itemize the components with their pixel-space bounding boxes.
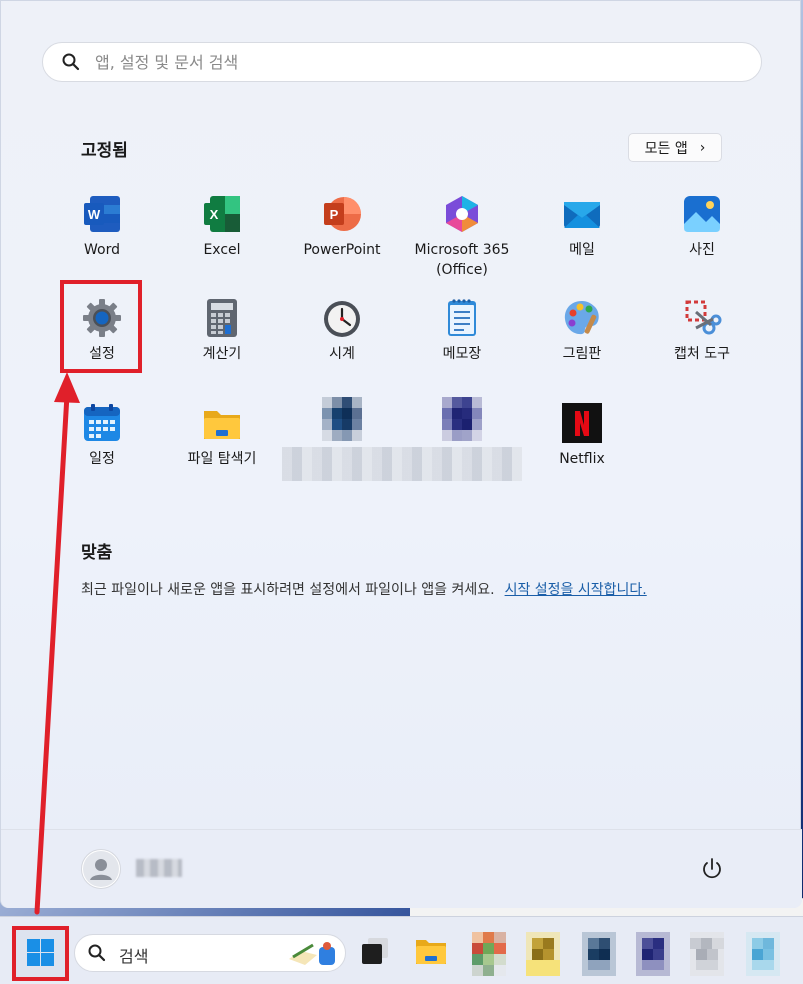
app-netflix[interactable]: Netflix	[522, 403, 642, 469]
snipping-tool-icon	[682, 298, 722, 338]
app-word[interactable]: W Word	[42, 194, 162, 260]
recommended-message: 최근 파일이나 새로운 앱을 표시하려면 설정에서 파일이나 앱을 켜세요. 시작…	[81, 579, 647, 599]
photos-icon	[682, 194, 722, 234]
app-label: 일정	[89, 451, 115, 467]
paint-palette-icon	[562, 298, 602, 338]
blurred-app-icon	[442, 397, 482, 441]
username-blurred	[136, 859, 182, 877]
app-label: PowerPoint	[303, 242, 381, 258]
blurred-taskbar-icon-4[interactable]	[636, 932, 670, 976]
app-blurred-2[interactable]	[402, 397, 522, 481]
app-paint[interactable]: 그림판	[522, 298, 642, 364]
powerpoint-icon: P	[322, 194, 362, 234]
file-explorer-taskbar-icon[interactable]	[414, 932, 448, 968]
app-notepad[interactable]: 메모장	[402, 298, 522, 364]
app-label: Netflix	[559, 451, 605, 467]
blurred-label	[282, 447, 402, 481]
clock-icon	[322, 298, 362, 338]
folder-icon	[202, 403, 242, 443]
app-blurred-1[interactable]	[282, 397, 402, 481]
app-powerpoint[interactable]: P PowerPoint	[282, 194, 402, 260]
app-label: 캡처 도구	[674, 346, 730, 362]
app-clock[interactable]: 시계	[282, 298, 402, 364]
svg-text:P: P	[330, 207, 339, 222]
all-apps-button[interactable]: 모든 앱 ›	[628, 133, 722, 162]
app-label: Excel	[203, 242, 241, 258]
pinned-title: 고정됨	[81, 141, 128, 161]
blurred-taskbar-icon-5[interactable]	[690, 932, 724, 976]
app-label: 메모장	[442, 346, 482, 362]
app-label: 시계	[329, 346, 355, 362]
user-avatar[interactable]	[81, 849, 121, 889]
app-calculator[interactable]: 계산기	[162, 298, 282, 364]
app-file-explorer[interactable]: 파일 탐색기	[162, 403, 282, 469]
notepad-icon	[442, 298, 482, 338]
app-label: Word	[84, 242, 120, 258]
blurred-taskbar-icon-1[interactable]	[472, 932, 506, 976]
app-microsoft-365[interactable]: Microsoft 365 (Office)	[402, 194, 522, 280]
taskbar-search[interactable]: 검색	[74, 934, 346, 972]
app-excel[interactable]: X Excel	[162, 194, 282, 260]
svg-text:W: W	[88, 207, 101, 222]
blurred-app-icon	[322, 397, 362, 441]
mail-icon	[562, 194, 602, 234]
app-label: 사진	[689, 242, 715, 258]
app-calendar[interactable]: 일정	[42, 403, 162, 469]
start-settings-link[interactable]: 시작 설정을 시작합니다.	[505, 582, 647, 598]
settings-highlight-box	[60, 280, 142, 373]
app-photos[interactable]: 사진	[642, 194, 762, 260]
search-icon	[62, 53, 80, 71]
all-apps-label: 모든 앱	[644, 140, 688, 157]
start-button[interactable]	[12, 926, 69, 981]
start-menu: 고정됨 모든 앱 › W Word X Excel	[0, 0, 802, 908]
start-search-box[interactable]	[42, 42, 762, 82]
task-view-icon[interactable]	[358, 932, 392, 968]
netflix-icon	[562, 403, 602, 443]
blurred-taskbar-icon-6[interactable]	[746, 932, 780, 976]
svg-text:X: X	[210, 207, 219, 222]
search-input[interactable]	[93, 51, 697, 73]
start-menu-footer	[1, 829, 802, 908]
recommended-text: 최근 파일이나 새로운 앱을 표시하려면 설정에서 파일이나 앱을 켜세요.	[81, 582, 495, 598]
app-mail[interactable]: 메일	[522, 194, 642, 260]
recommended-title: 맞춤	[81, 543, 113, 563]
calculator-icon	[202, 298, 242, 338]
app-label: 계산기	[202, 346, 242, 362]
windows-logo-icon	[27, 939, 54, 966]
excel-icon: X	[202, 194, 242, 234]
app-label: 메일	[569, 242, 595, 258]
power-icon[interactable]	[699, 856, 725, 882]
app-label: 그림판	[562, 346, 602, 362]
microsoft-365-icon	[442, 194, 482, 234]
calendar-icon	[82, 403, 122, 443]
app-label: 파일 탐색기	[187, 451, 257, 467]
blurred-taskbar-icon-3[interactable]	[582, 932, 616, 976]
chevron-right-icon: ›	[699, 139, 706, 156]
app-snipping-tool[interactable]: 캡처 도구	[642, 298, 762, 364]
word-icon: W	[82, 194, 122, 234]
user-icon	[83, 851, 119, 887]
blurred-taskbar-icon-2[interactable]	[526, 932, 560, 976]
app-label: Microsoft 365 (Office)	[414, 242, 510, 278]
search-highlight-illustration-icon	[289, 942, 335, 965]
blurred-label	[402, 447, 522, 481]
search-icon	[88, 944, 106, 962]
taskbar-search-label: 검색	[119, 947, 149, 966]
